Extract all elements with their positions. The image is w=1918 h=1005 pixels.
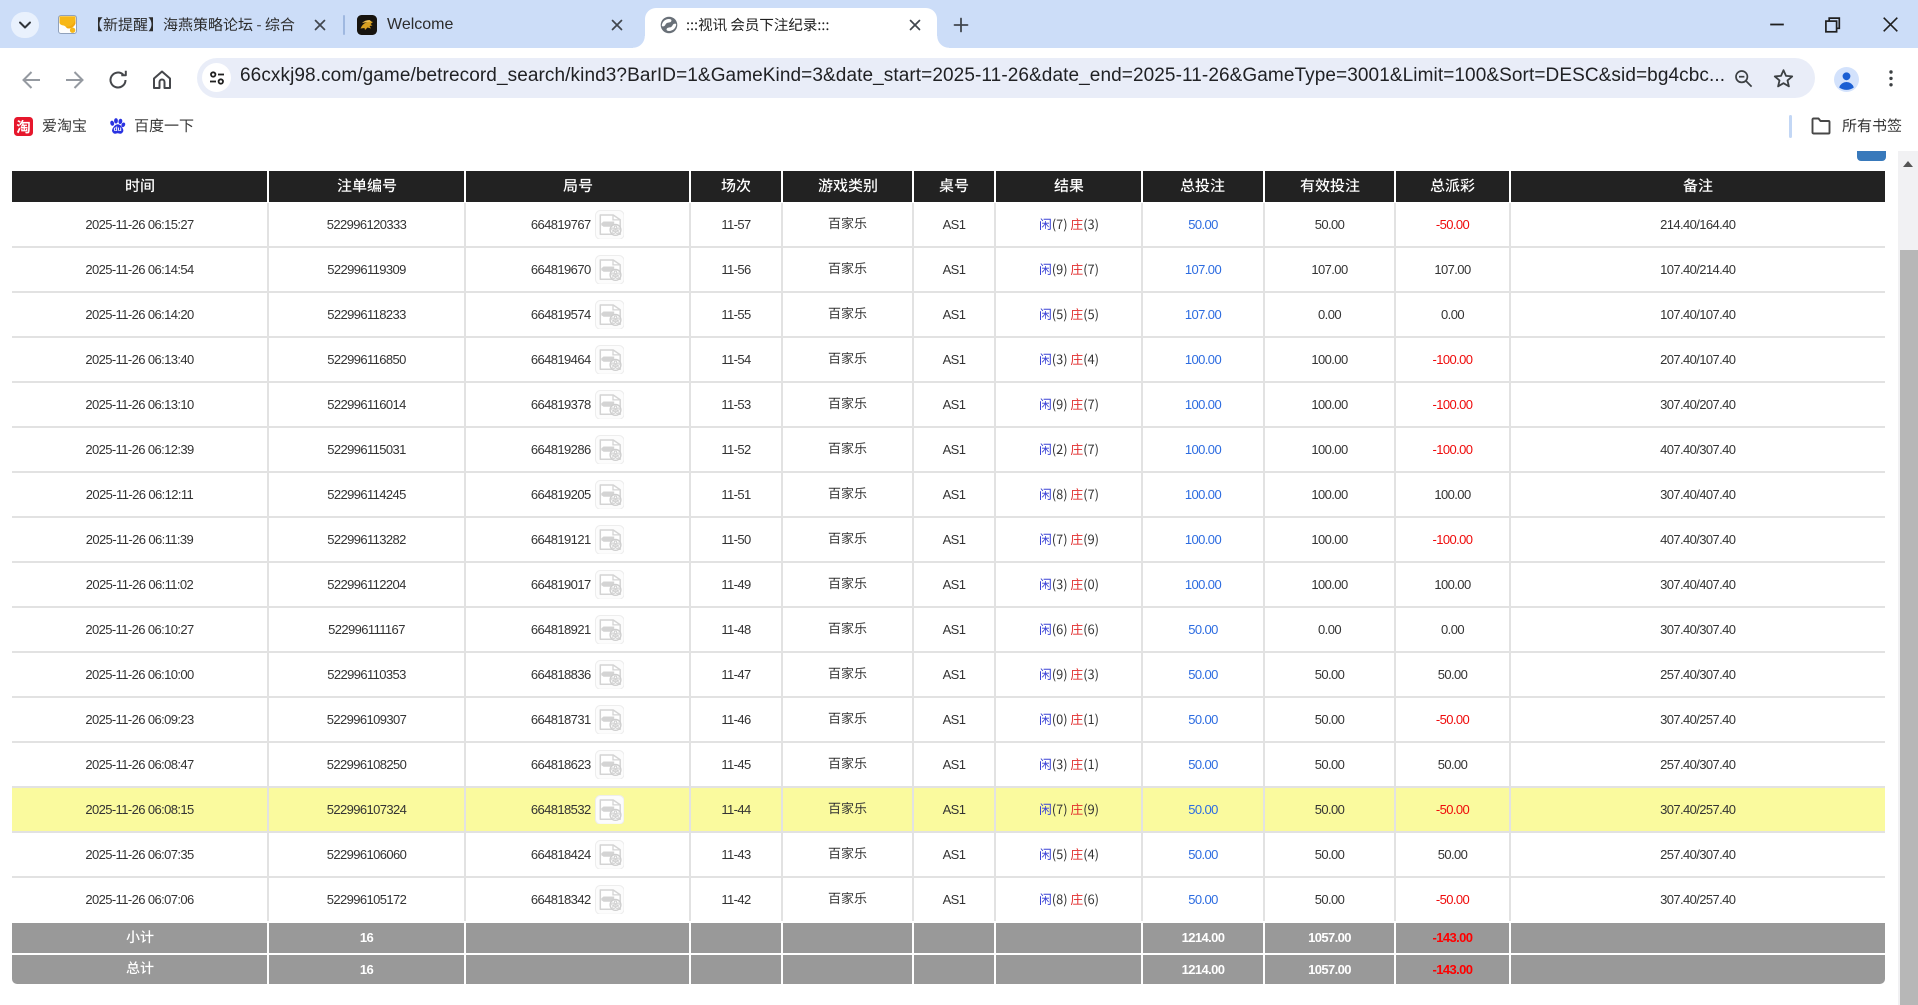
svg-text:du: du (114, 126, 122, 133)
